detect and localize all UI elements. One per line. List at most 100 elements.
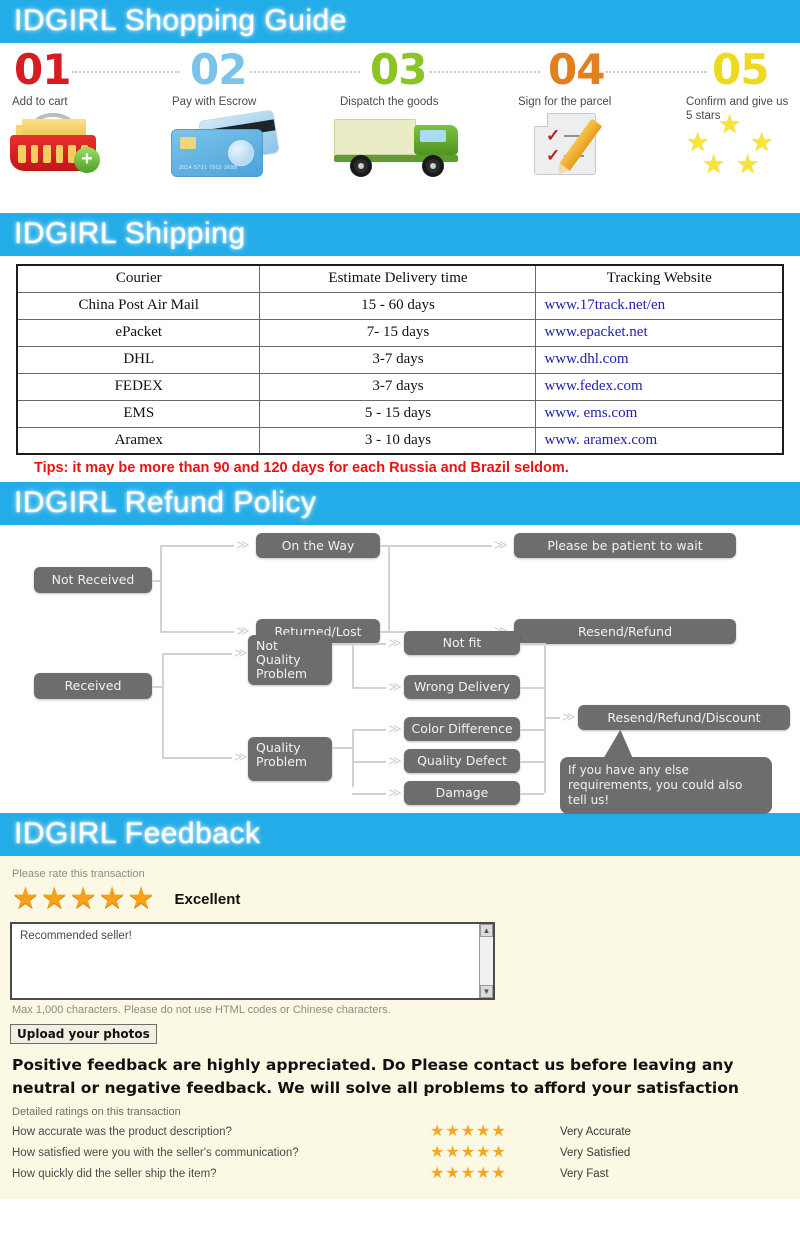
- flow-line-v-rc: [162, 653, 164, 757]
- steps-row: 01 Add to cart 02 Pay with Escrow 03 Dis…: [0, 43, 800, 123]
- flow-line-v-mid: [388, 545, 390, 631]
- step-connector-1: [72, 71, 180, 73]
- flow-line-qp-damage: [352, 793, 386, 795]
- flow-arrow-qp: ≫: [234, 750, 248, 765]
- detail-stars[interactable]: ★★★★★: [430, 1124, 560, 1140]
- flow-node-not-quality-problem: Not Quality Problem: [248, 635, 332, 685]
- detail-verdict: Very Accurate: [560, 1126, 631, 1138]
- cell-tracking-link[interactable]: www.17track.net/en: [535, 291, 784, 320]
- step-number-04: 04: [548, 45, 605, 94]
- flow-line-h-rc: [152, 686, 162, 688]
- cell-delivery-time: 3-7 days: [259, 372, 537, 401]
- cell-delivery-time: 3 - 10 days: [259, 426, 537, 455]
- cell-tracking-link[interactable]: www.epacket.net: [535, 318, 784, 347]
- step-connector-2: [250, 71, 360, 73]
- overall-rating-row: ★★★★★ Excellent: [12, 884, 790, 914]
- flow-node-color-difference: Color Difference: [404, 717, 520, 741]
- detail-stars[interactable]: ★★★★★: [430, 1166, 560, 1182]
- flow-arrow-nqp: ≫: [234, 646, 248, 661]
- step-label-01: Add to cart: [12, 96, 68, 108]
- positive-feedback-note: Positive feedback are highly appreciated…: [12, 1056, 739, 1097]
- feedback-banner: IDGIRL Feedback: [0, 813, 800, 856]
- truck-window: [420, 130, 446, 142]
- step-number-05: 05: [712, 45, 769, 94]
- scroll-up-icon[interactable]: ▲: [480, 924, 493, 937]
- document-fold: [534, 113, 548, 127]
- flow-line-qp-v: [352, 729, 354, 787]
- detail-rating-row: How accurate was the product description…: [12, 1124, 790, 1140]
- flow-arrow-wrong-delivery: ≫: [388, 680, 402, 695]
- flow-line-collect-1: [520, 643, 544, 645]
- flow-line-qp-color: [352, 729, 386, 731]
- detailed-ratings-title: Detailed ratings on this transaction: [12, 1106, 181, 1118]
- credit-card-front: 2014 5721 7912 3698: [171, 129, 263, 177]
- table-row: Aramex 3 - 10 days www. aramex.com: [16, 426, 784, 455]
- flow-arrow-color-difference: ≫: [388, 722, 402, 737]
- step-number-02: 02: [190, 45, 247, 94]
- flow-line-nqp-v: [352, 643, 354, 687]
- upload-photos-button[interactable]: Upload your photos: [10, 1024, 157, 1044]
- refund-policy-banner: IDGIRL Refund Policy: [0, 482, 800, 525]
- flow-line-collect-3: [520, 729, 544, 731]
- step-connector-3: [430, 71, 540, 73]
- cell-courier: China Post Air Mail: [16, 291, 261, 320]
- feedback-comment-value[interactable]: Recommended seller!: [12, 924, 493, 948]
- flow-node-not-fit: Not fit: [404, 631, 520, 655]
- cell-courier: Aramex: [16, 426, 261, 455]
- shipping-table: Courier Estimate Delivery time Tracking …: [16, 264, 784, 455]
- cell-tracking-link[interactable]: www. ems.com: [535, 399, 784, 428]
- card-globe-icon: [228, 140, 254, 166]
- flow-arrow-resend-refund-discount: ≫: [562, 710, 576, 725]
- cell-delivery-time: 3-7 days: [259, 345, 537, 374]
- shipping-tips-text: Tips: it may be more than 90 and 120 day…: [34, 460, 569, 476]
- cell-delivery-time: 5 - 15 days: [259, 399, 537, 428]
- feedback-comment-field[interactable]: Recommended seller! ▲ ▼: [10, 922, 495, 1000]
- detail-rating-row: How satisfied were you with the seller's…: [12, 1145, 790, 1161]
- cell-courier: EMS: [16, 399, 261, 428]
- smiley-star-1: ★: [718, 109, 742, 139]
- detail-verdict: Very Fast: [560, 1168, 609, 1180]
- flow-arrow-otw: ≫: [236, 538, 250, 553]
- flow-callout-note: If you have any else requirements, you c…: [560, 757, 772, 814]
- table-row: EMS 5 - 15 days www. ems.com: [16, 399, 784, 428]
- flow-line-nqp-notfit: [352, 643, 386, 645]
- flow-line-nqp-out: [332, 643, 352, 645]
- scroll-down-icon[interactable]: ▼: [480, 985, 493, 998]
- cell-tracking-link[interactable]: www.fedex.com: [535, 372, 784, 401]
- cell-delivery-time: 7- 15 days: [259, 318, 537, 347]
- shopping-guide-section: 01 Add to cart 02 Pay with Escrow 03 Dis…: [0, 43, 800, 213]
- step-label-02: Pay with Escrow: [172, 96, 257, 108]
- delivery-truck-icon: [334, 113, 474, 177]
- refund-flowchart: Not Received ≫ ≫ On the Way Returned/Los…: [0, 525, 800, 814]
- flow-node-quality-defect: Quality Defect: [404, 749, 520, 773]
- shopping-guide-banner: IDGIRL Shopping Guide: [0, 0, 800, 43]
- detail-rating-row: How quickly did the seller ship the item…: [12, 1166, 790, 1182]
- column-header-delivery-time: Estimate Delivery time: [259, 264, 537, 293]
- step-label-04: Sign for the parcel: [518, 96, 612, 108]
- cell-courier: ePacket: [16, 318, 261, 347]
- flow-line-collect-4: [520, 761, 544, 763]
- flow-line-h-rl: [160, 631, 234, 633]
- overall-rating-stars[interactable]: ★★★★★: [12, 884, 156, 914]
- step-number-03: 03: [370, 45, 427, 94]
- shipping-banner: IDGIRL Shipping: [0, 213, 800, 256]
- truck-cargo-box: [334, 119, 416, 155]
- cell-tracking-link[interactable]: www. aramex.com: [535, 426, 784, 455]
- detail-stars[interactable]: ★★★★★: [430, 1145, 560, 1161]
- credit-card-icon: 2014 5721 7912 3698: [155, 109, 285, 177]
- checkmark-icon-1: ✓: [546, 126, 561, 145]
- cell-tracking-link[interactable]: www.dhl.com: [535, 345, 784, 374]
- table-header-row: Courier Estimate Delivery time Tracking …: [16, 264, 784, 293]
- cell-courier: DHL: [16, 345, 261, 374]
- flow-line-h-otw: [160, 545, 234, 547]
- flow-line-qp-defect: [352, 761, 386, 763]
- table-row: China Post Air Mail 15 - 60 days www.17t…: [16, 291, 784, 320]
- truck-wheel-front: [422, 155, 444, 177]
- comment-scrollbar[interactable]: ▲ ▼: [479, 924, 493, 998]
- detail-question: How accurate was the product description…: [12, 1126, 232, 1138]
- flow-line-nqp-wrong: [352, 687, 386, 689]
- feedback-title: IDGIRL Feedback: [14, 817, 261, 850]
- step-number-01: 01: [14, 45, 71, 94]
- flow-node-wrong-delivery: Wrong Delivery: [404, 675, 520, 699]
- flow-arrow-quality-defect: ≫: [388, 754, 402, 769]
